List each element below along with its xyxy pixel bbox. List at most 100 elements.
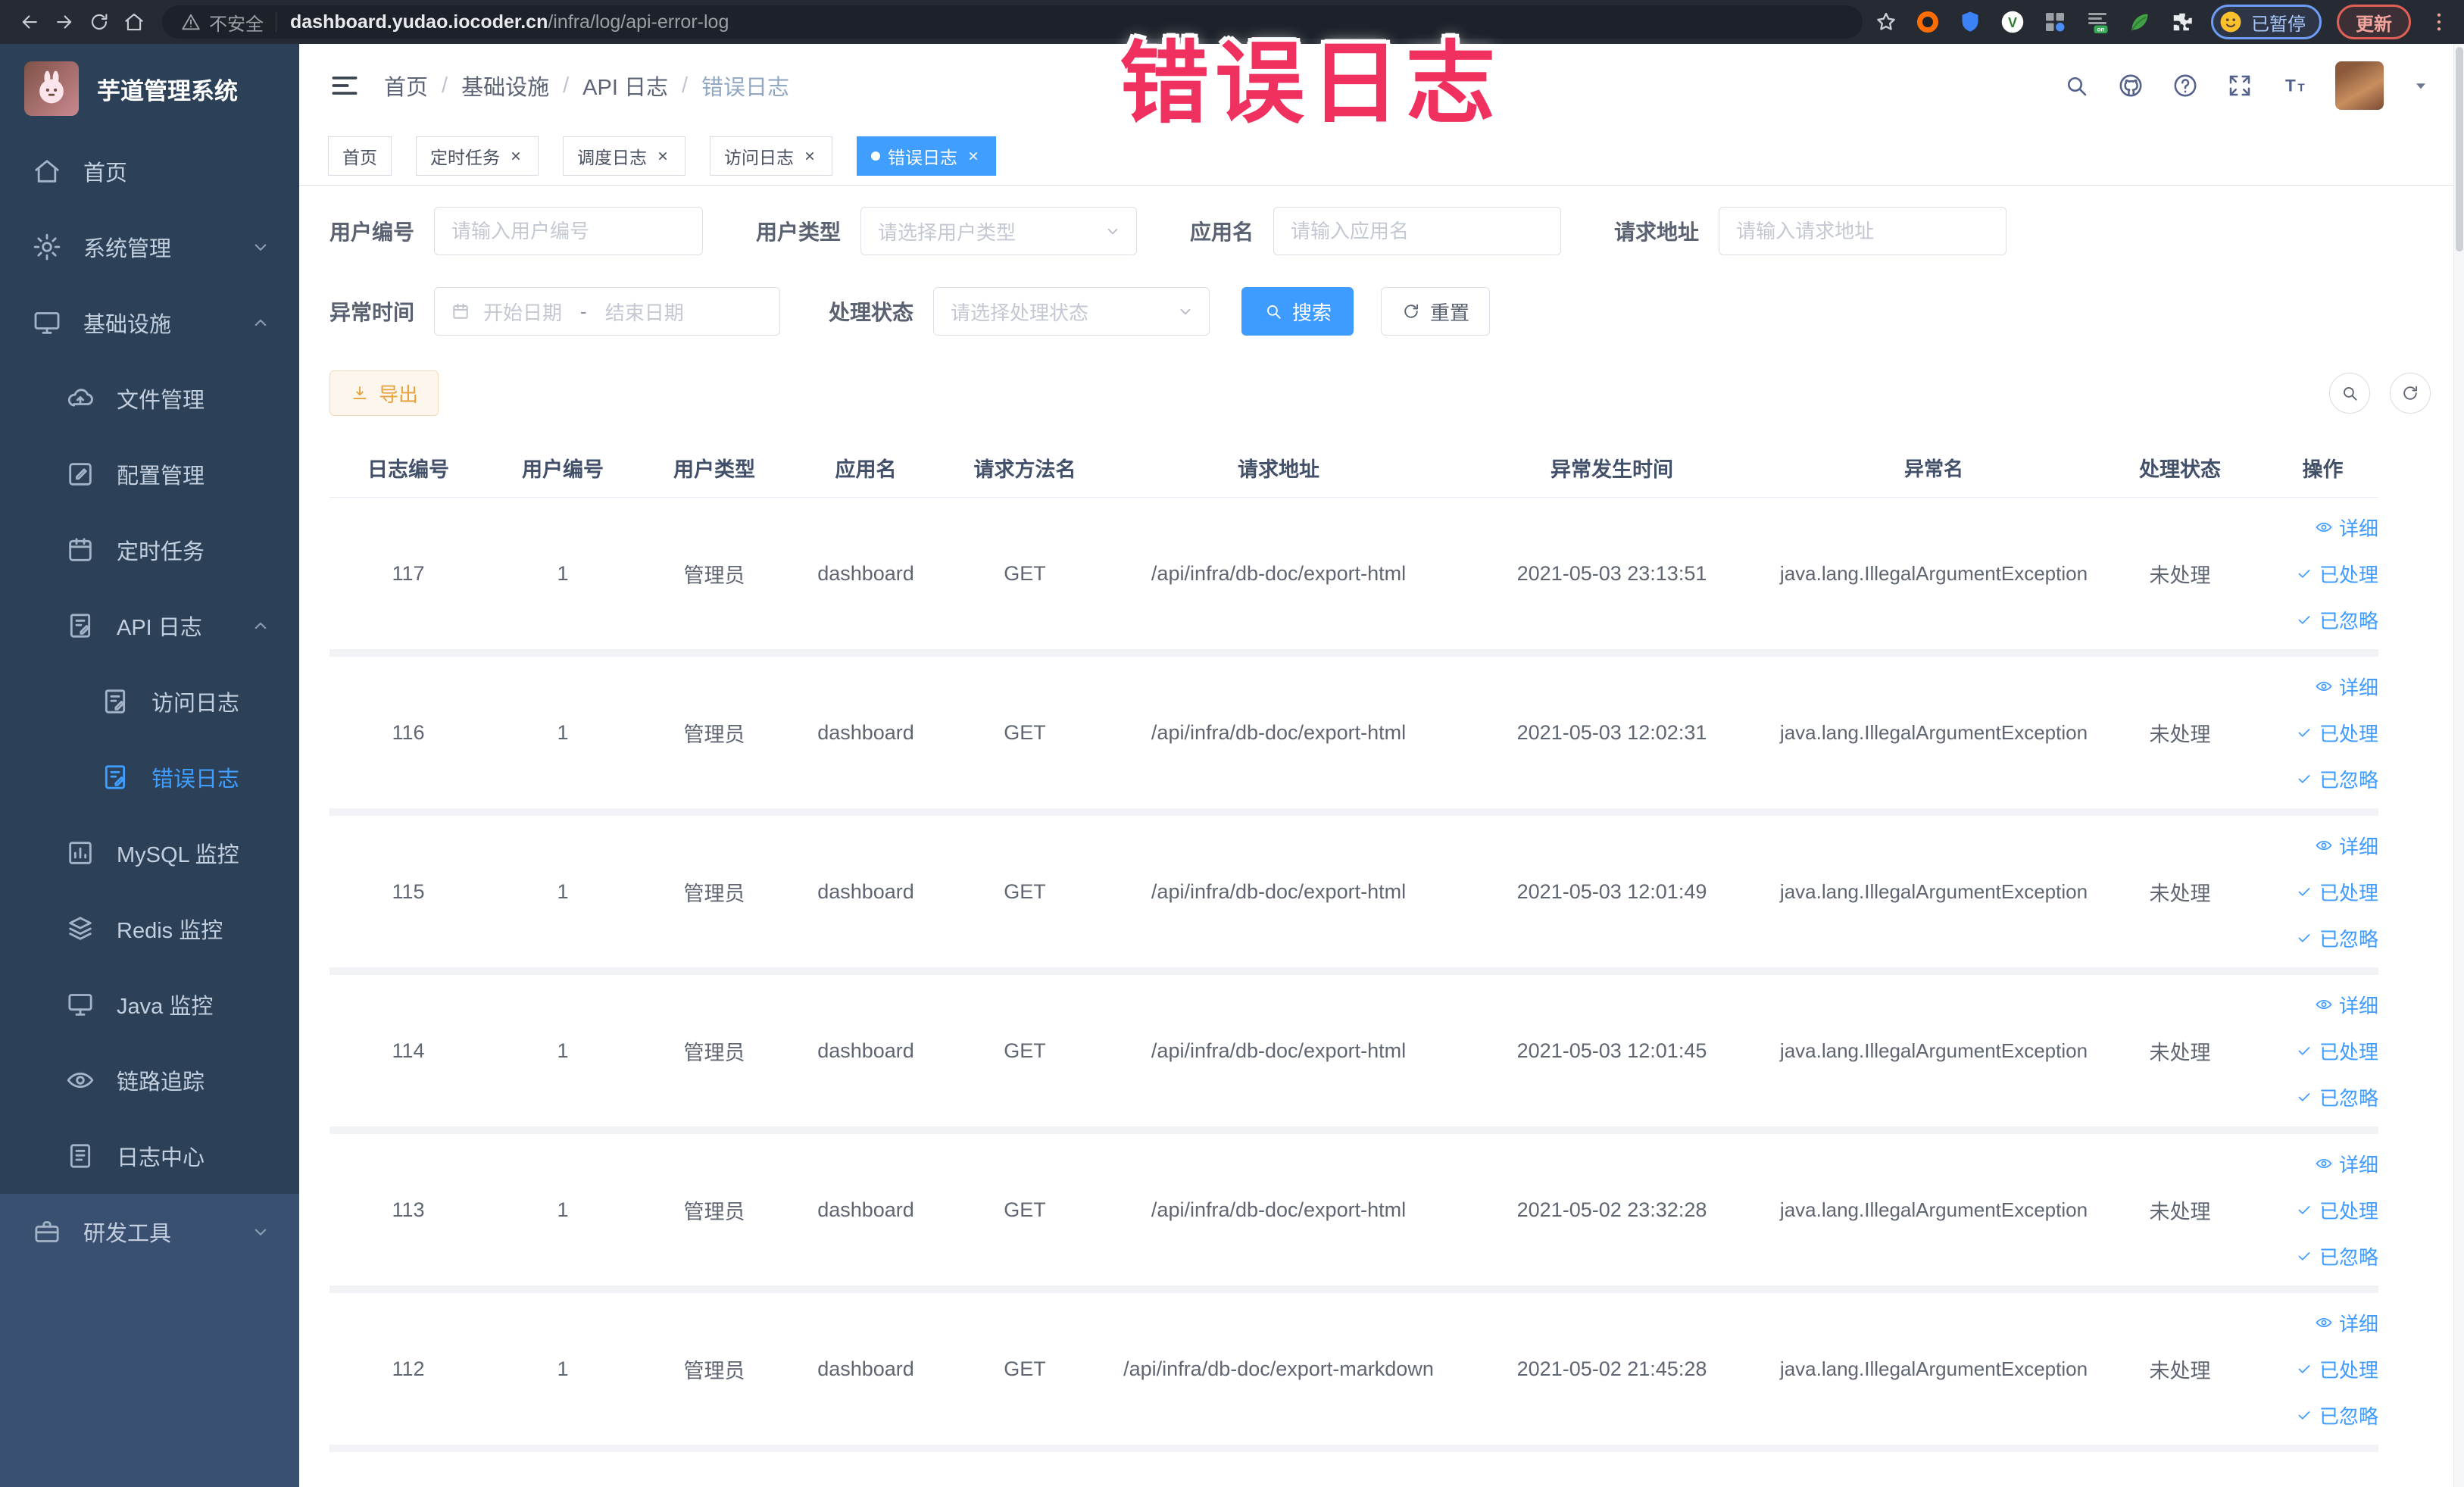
tag-tab[interactable]: 首页 bbox=[328, 136, 392, 177]
font-size-icon[interactable]: TT bbox=[2281, 72, 2308, 99]
sidebar-menu-item[interactable]: 研发工具 bbox=[0, 1194, 299, 1270]
detail-link[interactable]: 详细 bbox=[2315, 514, 2378, 542]
back-icon[interactable] bbox=[12, 5, 47, 39]
sidebar-menu-item[interactable]: 日志中心 bbox=[0, 1118, 299, 1194]
breadcrumb-item[interactable]: 首页 / bbox=[384, 70, 461, 102]
detail-link[interactable]: 详细 bbox=[2315, 1150, 2378, 1178]
mark-ignored-link[interactable]: 已忽略 bbox=[2295, 765, 2378, 793]
breadcrumb-separator: / bbox=[442, 73, 448, 98]
tag-tab[interactable]: 调度日志 bbox=[563, 136, 685, 177]
extension-leaf-icon[interactable] bbox=[2126, 8, 2153, 36]
user-avatar[interactable] bbox=[2335, 61, 2384, 111]
close-icon[interactable] bbox=[965, 148, 982, 164]
detail-link[interactable]: 详细 bbox=[2315, 1309, 2378, 1337]
extension-switch-icon[interactable]: on bbox=[2084, 8, 2111, 36]
close-icon[interactable] bbox=[801, 148, 818, 164]
mark-ignored-link[interactable]: 已忽略 bbox=[2295, 1401, 2378, 1429]
chevron-up-icon bbox=[249, 311, 272, 334]
github-icon[interactable] bbox=[2117, 72, 2144, 99]
tag-tab[interactable]: 错误日志 bbox=[857, 136, 996, 177]
detail-link[interactable]: 详细 bbox=[2315, 991, 2378, 1019]
help-icon[interactable] bbox=[2172, 72, 2199, 99]
check-icon bbox=[2295, 883, 2313, 901]
warning-icon bbox=[180, 11, 201, 33]
address-bar[interactable]: 不安全 dashboard.yudao.iocoder.cn /infra/lo… bbox=[162, 5, 1863, 39]
cell-method: GET bbox=[1004, 561, 1046, 585]
refresh-table-button[interactable] bbox=[2390, 373, 2431, 414]
mark-ignored-link[interactable]: 已忽略 bbox=[2295, 924, 2378, 952]
fullscreen-icon[interactable] bbox=[2226, 72, 2253, 99]
check-icon bbox=[2295, 1042, 2313, 1060]
breadcrumb-item[interactable]: 基础设施 / bbox=[461, 70, 582, 102]
extension-adblock-icon[interactable] bbox=[1914, 8, 1941, 36]
mark-ignored-link[interactable]: 已忽略 bbox=[2295, 1083, 2378, 1111]
sidebar-menu-item[interactable]: 链路追踪 bbox=[0, 1042, 299, 1118]
detail-link[interactable]: 详细 bbox=[2315, 832, 2378, 860]
date-range-picker[interactable]: 开始日期 - 结束日期 bbox=[434, 287, 781, 336]
breadcrumb-item[interactable]: API 日志 / bbox=[582, 70, 701, 102]
mark-ignored-link[interactable]: 已忽略 bbox=[2295, 606, 2378, 634]
extension-puzzle-icon[interactable] bbox=[2169, 8, 2196, 36]
sidebar-menu-item[interactable]: Redis 监控 bbox=[0, 891, 299, 967]
sidebar-menu-item[interactable]: 系统管理 bbox=[0, 209, 299, 285]
url-domain: dashboard.yudao.iocoder.cn bbox=[290, 11, 548, 33]
search-button[interactable]: 搜索 bbox=[1241, 287, 1354, 336]
breadcrumb-item[interactable]: 错误日志 / bbox=[701, 70, 789, 102]
sidebar-menu-item[interactable]: 基础设施 bbox=[0, 285, 299, 361]
cell-status: 未处理 bbox=[2149, 1359, 2211, 1382]
filter-field: 用户类型 请选择用户类型 bbox=[756, 207, 1138, 255]
sidebar-menu-item[interactable]: 定时任务 bbox=[0, 512, 299, 588]
update-button[interactable]: 更新 bbox=[2337, 5, 2411, 39]
sidebar-menu-item[interactable]: 首页 bbox=[0, 133, 299, 209]
sidebar-menu-item[interactable]: Java 监控 bbox=[0, 967, 299, 1042]
toggle-search-button[interactable] bbox=[2329, 373, 2370, 414]
app-logo-row[interactable]: 芋道管理系统 bbox=[0, 44, 299, 133]
breadcrumb-separator: / bbox=[681, 73, 689, 98]
download-icon bbox=[350, 383, 370, 403]
mark-processed-link[interactable]: 已处理 bbox=[2295, 1037, 2378, 1065]
search-icon[interactable] bbox=[2063, 72, 2090, 99]
sidebar-menu-item[interactable]: MySQL 监控 bbox=[0, 815, 299, 891]
mark-processed-link[interactable]: 已处理 bbox=[2295, 719, 2378, 747]
filter-select[interactable]: 请选择用户类型 bbox=[860, 207, 1138, 255]
cell-exception-time: 2021-05-02 23:32:28 bbox=[1516, 1198, 1707, 1221]
reload-icon[interactable] bbox=[82, 5, 117, 39]
profile-chip[interactable]: 已暂停 bbox=[2211, 5, 2322, 39]
export-button[interactable]: 导出 bbox=[329, 370, 439, 416]
extension-v-icon[interactable]: V bbox=[1999, 8, 2026, 36]
time-filter-label: 异常时间 bbox=[329, 301, 415, 324]
collapse-menu-icon[interactable] bbox=[328, 69, 361, 102]
check-icon bbox=[2295, 770, 2313, 788]
table-row: 112 1 管理员 dashboard GET /api/infra/db-do… bbox=[329, 1293, 2378, 1445]
tag-tab[interactable]: 定时任务 bbox=[416, 136, 539, 177]
mark-ignored-link[interactable]: 已忽略 bbox=[2295, 1242, 2378, 1270]
filter-input[interactable] bbox=[435, 219, 703, 243]
extension-shield-icon[interactable] bbox=[1957, 8, 1984, 36]
detail-link[interactable]: 详细 bbox=[2315, 673, 2378, 701]
sidebar-menu-item[interactable]: 错误日志 bbox=[0, 739, 299, 815]
filter-input[interactable] bbox=[1719, 219, 2006, 243]
mark-processed-link[interactable]: 已处理 bbox=[2295, 1355, 2378, 1383]
bookmark-star-icon[interactable] bbox=[1873, 9, 1899, 35]
scrollbar-thumb[interactable] bbox=[2456, 47, 2463, 251]
sidebar-menu-item[interactable]: 访问日志 bbox=[0, 664, 299, 739]
forward-icon[interactable] bbox=[47, 5, 82, 39]
filter-label: 用户编号 bbox=[329, 220, 415, 244]
filter-input[interactable] bbox=[1274, 219, 1561, 243]
sidebar-menu-item[interactable]: 文件管理 bbox=[0, 361, 299, 436]
status-select[interactable]: 请选择处理状态 bbox=[933, 287, 1210, 336]
reset-button[interactable]: 重置 bbox=[1381, 287, 1491, 336]
tag-tab[interactable]: 访问日志 bbox=[710, 136, 832, 177]
mark-processed-link[interactable]: 已处理 bbox=[2295, 560, 2378, 588]
close-icon[interactable] bbox=[654, 148, 671, 164]
close-icon[interactable] bbox=[507, 148, 524, 164]
sidebar-menu-item[interactable]: 配置管理 bbox=[0, 436, 299, 512]
browser-menu-dots-icon[interactable] bbox=[2426, 9, 2452, 35]
mark-processed-link[interactable]: 已处理 bbox=[2295, 1196, 2378, 1224]
browser-home-icon[interactable] bbox=[117, 5, 151, 39]
extension-grid-icon[interactable] bbox=[2041, 8, 2069, 36]
page-scrollbar[interactable] bbox=[2453, 44, 2464, 1487]
user-menu-caret-icon[interactable] bbox=[2411, 76, 2431, 95]
mark-processed-link[interactable]: 已处理 bbox=[2295, 878, 2378, 906]
sidebar-menu-item[interactable]: API 日志 bbox=[0, 588, 299, 664]
